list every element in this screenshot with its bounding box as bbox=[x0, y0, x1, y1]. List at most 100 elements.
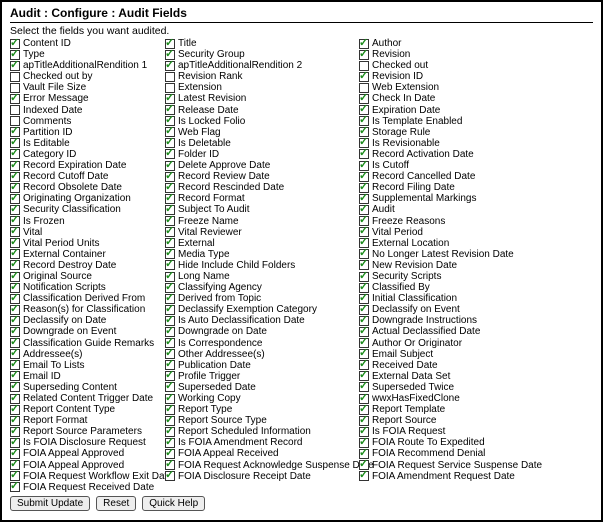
field-option[interactable]: Vital Period bbox=[359, 227, 593, 238]
field-option[interactable]: Vital Reviewer bbox=[165, 227, 359, 238]
field-option[interactable]: FOIA Appeal Received bbox=[165, 448, 359, 459]
field-option[interactable]: Downgrade on Date bbox=[165, 326, 359, 337]
field-option[interactable]: External bbox=[165, 238, 359, 249]
checkbox-icon[interactable] bbox=[10, 94, 20, 104]
field-option[interactable]: Is Deletable bbox=[165, 138, 359, 149]
field-option[interactable]: Addressee(s) bbox=[10, 349, 165, 360]
field-option[interactable]: Vital Period Units bbox=[10, 238, 165, 249]
field-option[interactable]: Error Message bbox=[10, 93, 165, 104]
field-option[interactable]: Media Type bbox=[165, 249, 359, 260]
field-option[interactable]: Original Source bbox=[10, 271, 165, 282]
field-option[interactable]: Is Correspondence bbox=[165, 338, 359, 349]
field-option[interactable]: Received Date bbox=[359, 360, 593, 371]
checkbox-icon[interactable] bbox=[165, 260, 175, 270]
field-option[interactable]: Audit bbox=[359, 204, 593, 215]
field-option[interactable]: Web Extension bbox=[359, 82, 593, 93]
field-option[interactable]: Vital bbox=[10, 227, 165, 238]
checkbox-icon[interactable] bbox=[359, 471, 369, 481]
field-option[interactable]: Email ID bbox=[10, 371, 165, 382]
checkbox-icon[interactable] bbox=[359, 50, 369, 60]
checkbox-icon[interactable] bbox=[10, 72, 20, 82]
field-option[interactable]: Classifying Agency bbox=[165, 282, 359, 293]
field-option[interactable]: Is Locked Folio bbox=[165, 116, 359, 127]
field-option[interactable]: Is Cutoff bbox=[359, 160, 593, 171]
field-option[interactable]: Record Expiration Date bbox=[10, 160, 165, 171]
field-option[interactable]: Revision ID bbox=[359, 71, 593, 82]
field-option[interactable]: Reason(s) for Classification bbox=[10, 304, 165, 315]
field-option[interactable]: Revision bbox=[359, 49, 593, 60]
checkbox-icon[interactable] bbox=[165, 149, 175, 159]
field-option[interactable]: Is FOIA Request bbox=[359, 426, 593, 437]
field-option[interactable]: Record Rescinded Date bbox=[165, 182, 359, 193]
field-option[interactable]: Publication Date bbox=[165, 360, 359, 371]
field-option[interactable]: Record Format bbox=[165, 193, 359, 204]
field-option[interactable]: Classified By bbox=[359, 282, 593, 293]
field-option[interactable]: Is Revisionable bbox=[359, 138, 593, 149]
field-option[interactable]: Report Source bbox=[359, 415, 593, 426]
field-option[interactable]: Report Format bbox=[10, 415, 165, 426]
field-option[interactable]: Report Source Parameters bbox=[10, 426, 165, 437]
checkbox-icon[interactable] bbox=[10, 382, 20, 392]
field-option[interactable]: Hide Include Child Folders bbox=[165, 260, 359, 271]
field-option[interactable]: Superseding Content bbox=[10, 382, 165, 393]
checkbox-icon[interactable] bbox=[165, 382, 175, 392]
field-option[interactable]: Record Cutoff Date bbox=[10, 171, 165, 182]
field-option[interactable]: Folder ID bbox=[165, 149, 359, 160]
field-option[interactable]: Email Subject bbox=[359, 349, 593, 360]
submit-update-button[interactable]: Submit Update bbox=[10, 496, 90, 511]
field-option[interactable]: Indexed Date bbox=[10, 105, 165, 116]
field-option[interactable]: wwxHasFixedClone bbox=[359, 393, 593, 404]
field-option[interactable]: Freeze Reasons bbox=[359, 216, 593, 227]
field-option[interactable]: Is FOIA Disclosure Request bbox=[10, 437, 165, 448]
field-option[interactable]: External Container bbox=[10, 249, 165, 260]
field-option[interactable]: New Revision Date bbox=[359, 260, 593, 271]
field-option[interactable]: Record Activation Date bbox=[359, 149, 593, 160]
field-option[interactable]: Originating Organization bbox=[10, 193, 165, 204]
field-option[interactable]: FOIA Appeal Approved bbox=[10, 448, 165, 459]
field-option[interactable]: Initial Classification bbox=[359, 293, 593, 304]
field-option[interactable]: Is FOIA Amendment Record bbox=[165, 437, 359, 448]
field-option[interactable]: Check In Date bbox=[359, 93, 593, 104]
field-option[interactable]: Record Filing Date bbox=[359, 182, 593, 193]
field-option[interactable]: Revision Rank bbox=[165, 71, 359, 82]
field-option[interactable]: Delete Approve Date bbox=[165, 160, 359, 171]
field-option[interactable]: Author Or Originator bbox=[359, 338, 593, 349]
field-option[interactable]: FOIA Disclosure Receipt Date bbox=[165, 471, 359, 482]
field-option[interactable]: Report Content Type bbox=[10, 404, 165, 415]
checkbox-icon[interactable] bbox=[359, 382, 369, 392]
field-option[interactable]: Checked out bbox=[359, 60, 593, 71]
checkbox-icon[interactable] bbox=[10, 105, 20, 115]
reset-button[interactable]: Reset bbox=[96, 496, 136, 511]
checkbox-icon[interactable] bbox=[10, 149, 20, 159]
field-option[interactable]: Working Copy bbox=[165, 393, 359, 404]
field-option[interactable]: Report Type bbox=[165, 404, 359, 415]
field-option[interactable]: Latest Revision bbox=[165, 93, 359, 104]
field-option[interactable]: Extension bbox=[165, 82, 359, 93]
field-option[interactable]: Is Auto Declassification Date bbox=[165, 315, 359, 326]
field-option[interactable]: Security Group bbox=[165, 49, 359, 60]
field-option[interactable]: FOIA Route To Expedited bbox=[359, 437, 593, 448]
field-option[interactable]: Is Editable bbox=[10, 138, 165, 149]
field-option[interactable]: Report Template bbox=[359, 404, 593, 415]
field-option[interactable]: FOIA Request Acknowledge Suspense Date bbox=[165, 460, 359, 471]
field-option[interactable]: Author bbox=[359, 38, 593, 49]
field-option[interactable]: Declassify on Event bbox=[359, 304, 593, 315]
field-option[interactable]: Report Scheduled Information bbox=[165, 426, 359, 437]
field-option[interactable]: Freeze Name bbox=[165, 216, 359, 227]
checkbox-icon[interactable] bbox=[359, 260, 369, 270]
field-option[interactable]: Type bbox=[10, 49, 165, 60]
checkbox-icon[interactable] bbox=[10, 61, 20, 71]
field-option[interactable]: Category ID bbox=[10, 149, 165, 160]
field-option[interactable]: Other Addressee(s) bbox=[165, 349, 359, 360]
field-option[interactable]: Supplemental Markings bbox=[359, 193, 593, 204]
field-option[interactable]: Is Template Enabled bbox=[359, 116, 593, 127]
field-option[interactable]: Record Review Date bbox=[165, 171, 359, 182]
field-option[interactable]: External Data Set bbox=[359, 371, 593, 382]
field-option[interactable]: Content ID bbox=[10, 38, 165, 49]
field-option[interactable]: Vault File Size bbox=[10, 82, 165, 93]
field-option[interactable]: Profile Trigger bbox=[165, 371, 359, 382]
field-option[interactable]: Security Classification bbox=[10, 204, 165, 215]
field-option[interactable]: Classification Guide Remarks bbox=[10, 338, 165, 349]
field-option[interactable]: Expiration Date bbox=[359, 105, 593, 116]
field-option[interactable]: Security Scripts bbox=[359, 271, 593, 282]
